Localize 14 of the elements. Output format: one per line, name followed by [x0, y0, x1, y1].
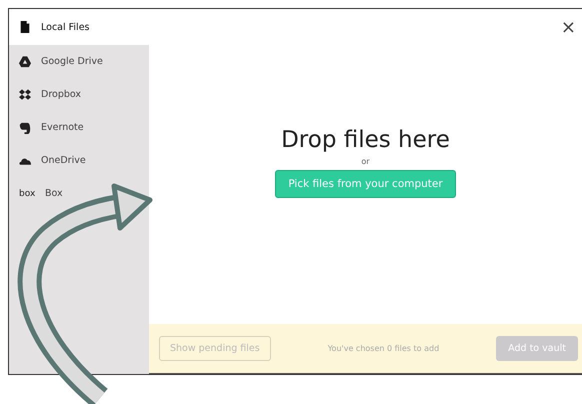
box-logo: box [19, 188, 35, 198]
boxes-icon [19, 88, 31, 100]
status-text: You've chosen 0 files to add [328, 344, 440, 353]
sidebar-item[interactable]: box Box [9, 177, 69, 210]
or-text: or [361, 157, 370, 166]
file-icon [19, 21, 31, 33]
drop-heading: Drop files here [281, 127, 450, 153]
sidebar-item[interactable]: Evernote [9, 111, 90, 144]
sidebar-item[interactable]: Local Files [9, 9, 149, 45]
sidebar-item[interactable]: Google Drive [9, 45, 109, 78]
sidebar-item[interactable]: OneDrive [9, 144, 92, 177]
close-button[interactable]: × [554, 16, 582, 38]
triangle-icon [19, 56, 31, 68]
sidebar-item[interactable]: Dropbox [9, 78, 88, 111]
